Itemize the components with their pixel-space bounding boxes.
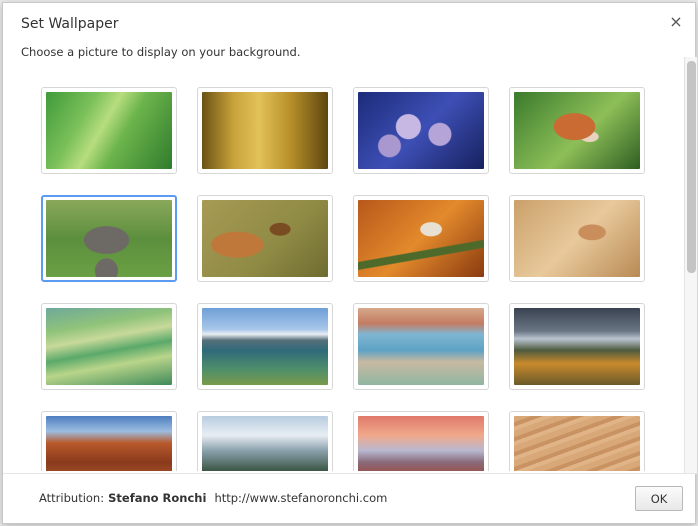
dialog-title: Set Wallpaper [21, 16, 119, 32]
wallpaper-thumbnail-snowy-peaks[interactable] [197, 411, 333, 471]
wallpaper-thumbnail-green-grass[interactable] [41, 87, 177, 174]
close-icon[interactable]: × [667, 13, 685, 31]
wallpaper-thumbnail-owl-in-flight[interactable] [197, 195, 333, 282]
wallpaper-thumbnail-red-fox[interactable] [509, 87, 645, 174]
wallpaper-image-beach-rocks [358, 308, 484, 385]
wallpaper-thumbnail-sand-ripples[interactable] [509, 411, 645, 471]
wallpaper-image-snowy-peaks [202, 416, 328, 471]
wallpaper-image-autumn-valley [514, 308, 640, 385]
wallpaper-grid [3, 71, 683, 471]
wallpaper-image-dusk-mountains [358, 416, 484, 471]
wallpaper-image-frog-in-sand [514, 200, 640, 277]
wallpaper-image-golden-reeds-butterfly [202, 92, 328, 169]
wallpaper-image-rolling-hills [46, 308, 172, 385]
footer-divider [3, 473, 697, 474]
ok-button[interactable]: OK [635, 486, 683, 511]
wallpaper-image-green-grass [46, 92, 172, 169]
wallpaper-image-elephant [46, 200, 172, 277]
scrollbar-thumb[interactable] [687, 61, 696, 273]
wallpaper-thumbnail-beach-rocks[interactable] [353, 303, 489, 390]
wallpaper-image-sand-ripples [514, 416, 640, 471]
wallpaper-image-red-fox [514, 92, 640, 169]
attribution-url[interactable]: http://www.stefanoronchi.com [214, 491, 387, 505]
wallpaper-thumbnail-elephant[interactable] [41, 195, 177, 282]
wallpaper-image-canyon [46, 416, 172, 471]
wallpaper-image-crested-tit-on-branch [358, 200, 484, 277]
wallpaper-thumbnail-golden-reeds-butterfly[interactable] [197, 87, 333, 174]
wallpaper-thumbnail-autumn-valley[interactable] [509, 303, 645, 390]
wallpaper-thumbnail-canyon[interactable] [41, 411, 177, 471]
wallpaper-thumbnail-crested-tit-on-branch[interactable] [353, 195, 489, 282]
wallpaper-thumbnail-mountain-lake[interactable] [197, 303, 333, 390]
wallpaper-image-mountain-lake [202, 308, 328, 385]
wallpaper-thumbnail-purple-fungi[interactable] [353, 87, 489, 174]
wallpaper-thumbnail-frog-in-sand[interactable] [509, 195, 645, 282]
wallpaper-thumbnail-dusk-mountains[interactable] [353, 411, 489, 471]
attribution-label: Attribution: [39, 491, 105, 505]
attribution-author: Stefano Ronchi [108, 491, 207, 505]
wallpaper-thumbnail-rolling-hills[interactable] [41, 303, 177, 390]
set-wallpaper-dialog: Set Wallpaper × Choose a picture to disp… [2, 2, 697, 524]
dialog-subtitle: Choose a picture to display on your back… [21, 45, 301, 59]
wallpaper-image-owl-in-flight [202, 200, 328, 277]
grid-scrollbar[interactable] [684, 57, 697, 473]
wallpaper-image-purple-fungi [358, 92, 484, 169]
attribution: Attribution: Stefano Ronchi http://www.ste… [39, 491, 387, 505]
